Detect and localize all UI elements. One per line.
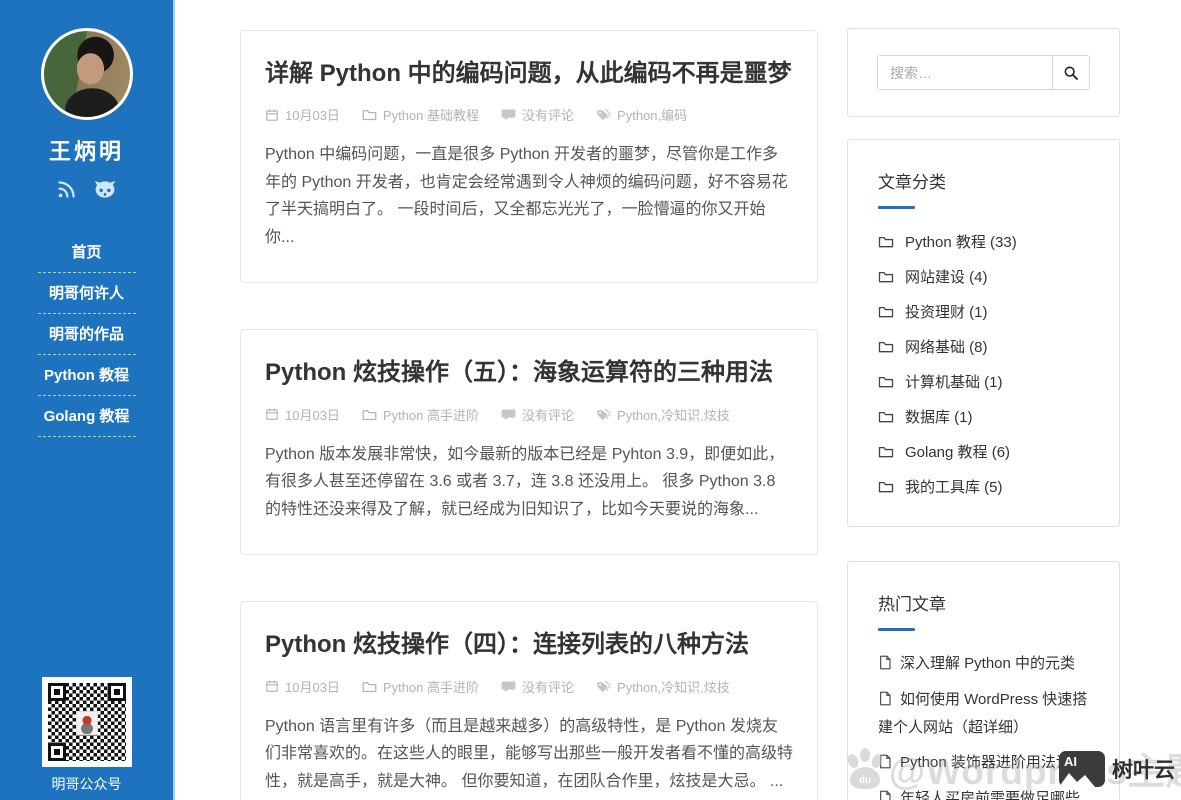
category-link[interactable]: 数据库 (1) <box>878 399 1089 434</box>
category-link[interactable]: Python 教程 (33) <box>878 224 1089 259</box>
document-icon <box>878 754 892 769</box>
category-link[interactable]: 网站建设 (4) <box>878 259 1089 294</box>
post-category[interactable]: Python 基础教程 <box>362 105 479 124</box>
hot-post-link[interactable]: 年轻人买房前需要做足哪些功课？（持续更新） <box>878 781 1089 800</box>
categories-title: 文章分类 <box>878 168 1089 193</box>
comment-icon <box>501 408 516 421</box>
brand-name: 树叶云 <box>1112 754 1175 784</box>
github-icon[interactable] <box>93 179 117 200</box>
post-tags[interactable]: Python,冷知识,炫技 <box>596 405 730 424</box>
post-category[interactable]: Python 高手进阶 <box>362 677 479 696</box>
social-links <box>0 179 173 200</box>
category-link[interactable]: Golang 教程 (6) <box>878 434 1089 469</box>
folder-icon <box>878 340 894 353</box>
hot-post-link[interactable]: Python 装饰器进阶用法详解 <box>878 745 1089 781</box>
qr-center-logo <box>76 711 98 735</box>
categories-widget: 文章分类 Python 教程 (33) 网站建设 (4) 投资理财 (1) 网络… <box>847 139 1120 527</box>
post-tags[interactable]: Python,冷知识,炫技 <box>596 677 730 696</box>
post-meta: 10月03日 Python 高手进阶 没有评论 Python,冷知识,炫技 <box>265 405 793 424</box>
post-date: 10月03日 <box>265 677 340 696</box>
post-date: 10月03日 <box>265 405 340 424</box>
right-sidebar: 文章分类 Python 教程 (33) 网站建设 (4) 投资理财 (1) 网络… <box>847 28 1120 800</box>
category-link[interactable]: 我的工具库 (5) <box>878 469 1089 504</box>
nav-item-golang[interactable]: Golang 教程 <box>38 396 136 437</box>
tag-icon <box>596 108 611 121</box>
left-sidebar: 王炳明 首页 明哥何许人 明哥的作品 Python 教程 Golang 教程 <box>0 0 175 800</box>
qr-caption: 明哥公众号 <box>0 774 173 794</box>
nav-item-about[interactable]: 明哥何许人 <box>38 273 136 314</box>
hot-posts-title: 热门文章 <box>878 590 1089 615</box>
folder-icon <box>878 445 894 458</box>
post-title-link[interactable]: Python 炫技操作（五）：海象运算符的三种用法 <box>265 357 793 389</box>
post-tags[interactable]: Python,编码 <box>596 105 687 124</box>
folder-icon <box>878 480 894 493</box>
search-input[interactable] <box>878 56 1052 89</box>
post-title-link[interactable]: 详解 Python 中的编码问题，从此编码不再是噩梦 <box>265 58 793 90</box>
brand-badge: AI 树叶云 <box>1059 751 1175 787</box>
post-comments[interactable]: 没有评论 <box>501 405 574 424</box>
hot-post-link[interactable]: 深入理解 Python 中的元类 <box>878 646 1089 682</box>
post-category[interactable]: Python 高手进阶 <box>362 405 479 424</box>
blog-page: 王炳明 首页 明哥何许人 明哥的作品 Python 教程 Golang 教程 <box>0 0 1181 800</box>
sidebar-nav: 首页 明哥何许人 明哥的作品 Python 教程 Golang 教程 <box>0 232 173 437</box>
tag-icon <box>596 408 611 421</box>
title-underline <box>878 206 915 209</box>
category-link[interactable]: 计算机基础 (1) <box>878 364 1089 399</box>
post-card: 详解 Python 中的编码问题，从此编码不再是噩梦 10月03日 Python… <box>240 30 818 283</box>
post-title-link[interactable]: Python 炫技操作（四）：连接列表的八种方法 <box>265 629 793 661</box>
document-icon <box>878 691 892 706</box>
rss-icon[interactable] <box>56 179 77 200</box>
post-meta: 10月03日 Python 基础教程 没有评论 Python,编码 <box>265 105 793 124</box>
comment-icon <box>501 680 516 693</box>
post-comments[interactable]: 没有评论 <box>501 677 574 696</box>
search-button[interactable] <box>1052 56 1089 89</box>
comment-icon <box>501 108 516 121</box>
ai-image-logo-icon: AI <box>1059 751 1105 787</box>
avatar[interactable] <box>41 28 133 120</box>
nav-item-home[interactable]: 首页 <box>38 232 136 273</box>
post-comments[interactable]: 没有评论 <box>501 105 574 124</box>
folder-icon <box>362 108 377 121</box>
category-link[interactable]: 投资理财 (1) <box>878 294 1089 329</box>
post-list: 详解 Python 中的编码问题，从此编码不再是噩梦 10月03日 Python… <box>240 30 818 800</box>
search-icon <box>1063 65 1079 81</box>
hot-post-link[interactable]: 如何使用 WordPress 快速搭建个人网站（超详细） <box>878 682 1089 746</box>
post-card: Python 炫技操作（四）：连接列表的八种方法 10月03日 Python 高… <box>240 601 818 800</box>
qr-code-image <box>42 677 132 767</box>
folder-icon <box>878 270 894 283</box>
search-widget <box>847 28 1120 117</box>
author-name: 王炳明 <box>0 134 173 166</box>
nav-item-works[interactable]: 明哥的作品 <box>38 314 136 355</box>
document-icon <box>878 655 892 670</box>
post-excerpt: Python 版本发展非常快，如今最新的版本已经是 Pyhton 3.9，即便如… <box>265 441 793 524</box>
calendar-icon <box>265 407 279 421</box>
nav-item-python[interactable]: Python 教程 <box>38 355 136 396</box>
document-icon <box>878 790 892 800</box>
post-date: 10月03日 <box>265 105 340 124</box>
post-excerpt: Python 中编码问题，一直是很多 Python 开发者的噩梦，尽管你是工作多… <box>265 141 793 251</box>
post-excerpt: Python 语言里有许多（而且是越来越多）的高级特性，是 Python 发烧友… <box>265 713 793 796</box>
folder-icon <box>878 235 894 248</box>
folder-icon <box>878 375 894 388</box>
folder-icon <box>878 305 894 318</box>
category-link[interactable]: 网络基础 (8) <box>878 329 1089 364</box>
post-card: Python 炫技操作（五）：海象运算符的三种用法 10月03日 Python … <box>240 329 818 555</box>
title-underline <box>878 628 915 631</box>
qr-block: 明哥公众号 <box>0 677 173 794</box>
folder-icon <box>878 410 894 423</box>
tag-icon <box>596 680 611 693</box>
calendar-icon <box>265 679 279 693</box>
folder-icon <box>362 408 377 421</box>
folder-icon <box>362 680 377 693</box>
post-meta: 10月03日 Python 高手进阶 没有评论 Python,冷知识,炫技 <box>265 677 793 696</box>
calendar-icon <box>265 108 279 122</box>
